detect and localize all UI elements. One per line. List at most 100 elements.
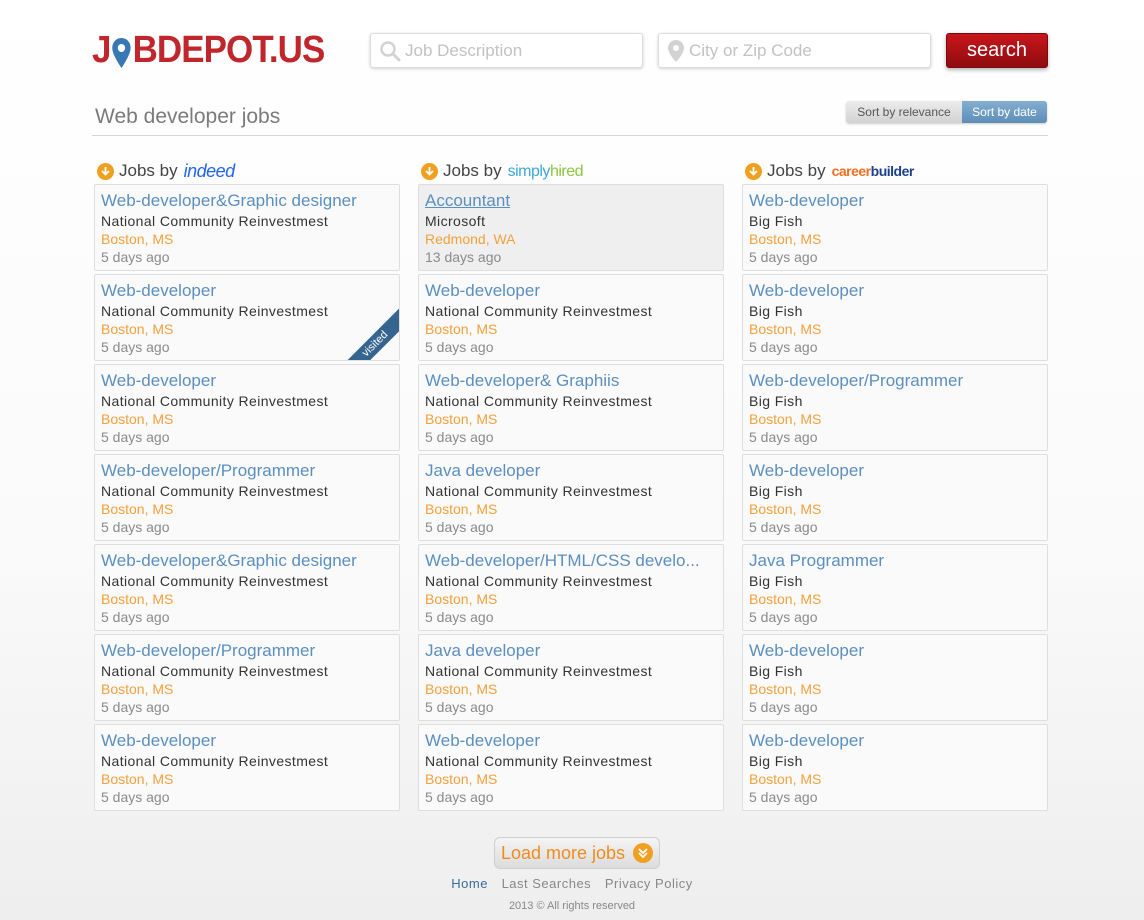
job-card[interactable]: Web-developer/Programmer National Communi… [94, 454, 400, 541]
column-header: Jobs by indeed [94, 158, 400, 184]
company-name: National Community Reinvestmest [425, 573, 653, 589]
job-title-link[interactable]: Java developer [425, 640, 717, 661]
company-name: National Community Reinvestmest [425, 663, 653, 679]
posted-age: 5 days ago [425, 789, 494, 805]
job-card[interactable]: Web-developer/Programmer Big Fish Boston, … [742, 364, 1048, 451]
simplyhired-logo-part-a: simply [507, 163, 551, 180]
job-location: Boston, MS [749, 591, 822, 607]
job-location: Boston, MS [101, 681, 174, 697]
job-title-link[interactable]: Web-developer [749, 640, 1041, 661]
job-card[interactable]: Web-developer National Community Reinvest… [94, 274, 400, 361]
job-location: Boston, MS [101, 321, 174, 337]
job-title-link[interactable]: Web-developer/HTML/CSS develo... [425, 550, 717, 571]
job-location: Boston, MS [425, 771, 498, 787]
job-title-link[interactable]: Web-developer [749, 730, 1041, 751]
job-description-input[interactable] [405, 40, 625, 61]
company-name: National Community Reinvestmest [425, 483, 653, 499]
posted-age: 5 days ago [425, 609, 494, 625]
jobs-by-label: Jobs by [119, 161, 178, 180]
job-card[interactable]: Web-developer Big Fish Boston, MS 5 days ag… [742, 454, 1048, 541]
posted-age: 5 days ago [425, 339, 494, 355]
job-title-link[interactable]: Web-developer [749, 460, 1041, 481]
job-title-link[interactable]: Web-developer [749, 280, 1041, 301]
job-description-box[interactable] [370, 33, 643, 68]
simplyhired-logo-part-b: hired [549, 163, 584, 180]
indeed-logo[interactable]: indeed [184, 161, 236, 182]
posted-age: 5 days ago [749, 339, 818, 355]
job-title-link[interactable]: Web-developer&Graphic designer [101, 190, 393, 211]
footer-link-privacy-policy[interactable]: Privacy Policy [605, 876, 693, 891]
sort-by-relevance-button[interactable]: Sort by relevance [846, 101, 962, 123]
page-title: Web developer jobs [95, 105, 281, 128]
job-card[interactable]: Java developer National Community Reinves… [418, 454, 724, 541]
job-title-link[interactable]: Web-developer [425, 280, 717, 301]
job-title-link[interactable]: Web-developer [101, 730, 393, 751]
job-card[interactable]: Web-developer&Graphic designer National C… [94, 184, 400, 271]
job-card[interactable]: Web-developer/HTML/CSS develo... National… [418, 544, 724, 631]
footer-link-home[interactable]: Home [451, 876, 488, 891]
location-box[interactable] [658, 33, 931, 68]
job-location: Boston, MS [749, 231, 822, 247]
location-pin-icon [668, 39, 684, 62]
company-name: National Community Reinvestmest [101, 303, 329, 319]
job-title-link[interactable]: Web-developer&Graphic designer [101, 550, 393, 571]
job-card[interactable]: Web-developer Big Fish Boston, MS 5 days ag… [742, 724, 1048, 811]
job-card[interactable]: Web-developer National Community Reinvest… [94, 364, 400, 451]
indeed-column: Jobs by indeed Web-developer&Graphic des… [94, 158, 400, 814]
site-logo[interactable]: J BDEPOT.US [92, 28, 325, 71]
search-button[interactable]: search [946, 33, 1048, 68]
company-name: Big Fish [749, 753, 803, 769]
simplyhired-logo[interactable]: simplyhired [507, 161, 584, 181]
arrow-down-icon [745, 162, 762, 180]
careerbuilder-logo-part-b: builder [870, 163, 915, 179]
posted-age: 5 days ago [749, 519, 818, 535]
careerbuilder-logo[interactable]: careerbuilder [832, 161, 915, 181]
job-location: Boston, MS [749, 321, 822, 337]
job-card[interactable]: Accountant Microsoft Redmond, WA 13 days ag… [418, 184, 724, 271]
jobs-by-label: Jobs by [767, 161, 826, 180]
job-title-link[interactable]: Web-developer/Programmer [101, 460, 393, 481]
posted-age: 5 days ago [101, 519, 170, 535]
company-name: National Community Reinvestmest [101, 663, 329, 679]
job-card[interactable]: Web-developer National Community Reinvest… [418, 274, 724, 361]
column-header: Jobs by careerbuilder [742, 158, 1048, 184]
job-card[interactable]: Web-developer&Graphic designer National C… [94, 544, 400, 631]
job-title-link[interactable]: Web-developer/Programmer [749, 370, 1041, 391]
job-location: Boston, MS [101, 591, 174, 607]
footer-link-last-searches[interactable]: Last Searches [502, 876, 592, 891]
load-more-button[interactable]: Load more jobs [494, 837, 660, 869]
job-card[interactable]: Web-developer Big Fish Boston, MS 5 days ag… [742, 634, 1048, 721]
job-location: Boston, MS [749, 501, 822, 517]
search-icon [380, 40, 401, 61]
job-title-link[interactable]: Java developer [425, 460, 717, 481]
job-title-link[interactable]: Web-developer/Programmer [101, 640, 393, 661]
job-card[interactable]: Web-developer National Community Reinvest… [94, 724, 400, 811]
title-divider [92, 135, 1048, 136]
company-name: National Community Reinvestmest [101, 483, 329, 499]
jobs-by-label: Jobs by [443, 161, 502, 180]
job-card[interactable]: Web-developer/Programmer National Communi… [94, 634, 400, 721]
job-title-link[interactable]: Web-developer [101, 370, 393, 391]
company-name: Big Fish [749, 483, 803, 499]
posted-age: 5 days ago [425, 429, 494, 445]
sort-by-date-button[interactable]: Sort by date [962, 101, 1047, 123]
job-title-link[interactable]: Web-developer [749, 190, 1041, 211]
posted-age: 5 days ago [101, 699, 170, 715]
job-card[interactable]: Java developer National Community Reinves… [418, 634, 724, 721]
city-zip-input[interactable] [689, 40, 909, 61]
copyright: 2013 © All rights reserved [508, 900, 636, 912]
job-card[interactable]: Web-developer& Graphiis National Communit… [418, 364, 724, 451]
job-title-link[interactable]: Web-developer [425, 730, 717, 751]
company-name: National Community Reinvestmest [101, 393, 329, 409]
job-title-link[interactable]: Java Programmer [749, 550, 1041, 571]
job-title-link[interactable]: Accountant [425, 190, 717, 211]
posted-age: 5 days ago [101, 249, 170, 265]
job-card[interactable]: Java Programmer Big Fish Boston, MS 5 days … [742, 544, 1048, 631]
job-card[interactable]: Web-developer Big Fish Boston, MS 5 days ag… [742, 184, 1048, 271]
job-card[interactable]: Web-developer Big Fish Boston, MS 5 days ag… [742, 274, 1048, 361]
job-title-link[interactable]: Web-developer [101, 280, 393, 301]
job-card[interactable]: Web-developer National Community Reinvest… [418, 724, 724, 811]
logo-text-j: J [92, 28, 111, 71]
job-title-link[interactable]: Web-developer& Graphiis [425, 370, 717, 391]
posted-age: 5 days ago [101, 339, 170, 355]
